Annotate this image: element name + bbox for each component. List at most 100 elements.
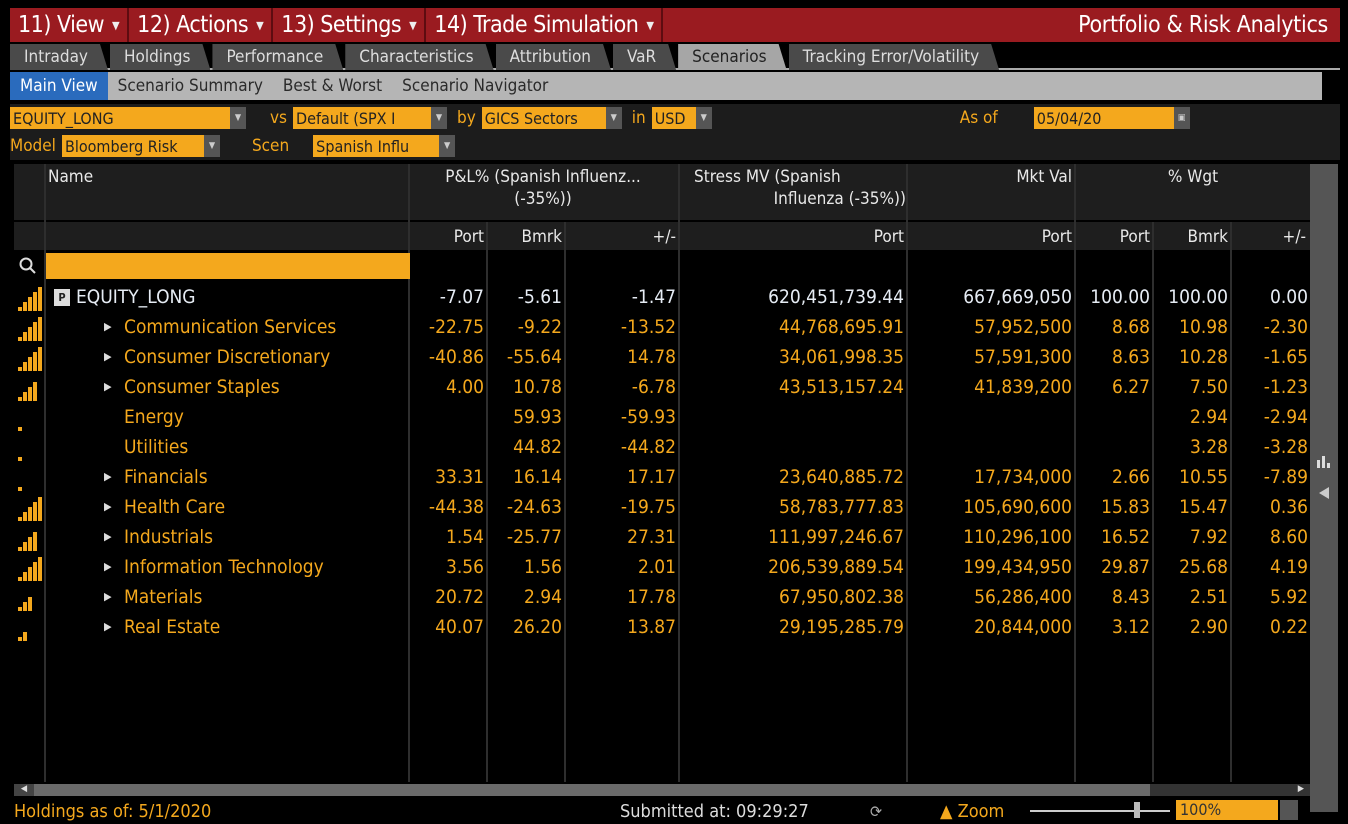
chevron-down-icon[interactable]: ▼ [230, 107, 246, 129]
cell-wgt-diff: -1.65 [1263, 346, 1308, 368]
chevron-down-icon[interactable]: ▼ [439, 135, 456, 157]
zoom-slider-handle[interactable] [1134, 802, 1140, 818]
currency-select[interactable]: USD [651, 107, 696, 129]
table-row[interactable]: ▶ Consumer Discretionary -40.86 -55.64 14.78… [14, 342, 1310, 372]
header-pnl-diff[interactable]: +/- [566, 226, 677, 248]
cell-pnl-port: 20.72 [435, 586, 484, 608]
refresh-icon[interactable]: ⟳ [870, 802, 882, 821]
zoom-slider[interactable] [1030, 802, 1170, 818]
subtab-scenario-summary[interactable]: Scenario Summary [108, 72, 273, 100]
tab-attribution[interactable]: Attribution [496, 44, 611, 70]
cell-wgt-port: 100.00 [1090, 286, 1150, 308]
portfolio-select[interactable]: EQUITY_LONG [10, 107, 230, 129]
row-name: Industrials [124, 526, 214, 548]
header-pnl-bmrk[interactable]: Bmrk [488, 226, 562, 248]
horizontal-scrollbar[interactable]: ◀ ▶ [14, 784, 1310, 796]
subtab-scenario-navigator[interactable]: Scenario Navigator [392, 72, 558, 100]
table-row-total[interactable]: P EQUITY_LONG -7.07 -5.61 -1.47 620,451,739.4… [14, 282, 1310, 312]
weight-bar [23, 542, 27, 551]
cell-wgt-port: 8.43 [1111, 586, 1150, 608]
header-mktval-group[interactable]: Mkt Val [908, 166, 1072, 188]
zoom-label[interactable]: ▲ Zoom [940, 801, 1004, 822]
menu-actions[interactable]: 12) Actions ▼ [129, 8, 274, 42]
header-wgt-diff[interactable]: +/- [1232, 226, 1307, 248]
chevron-down-icon[interactable] [1280, 800, 1298, 820]
cell-stress-port: 23,640,885.72 [778, 466, 904, 488]
vertical-scrollbar[interactable] [1310, 164, 1338, 812]
expand-icon[interactable]: ▶ [104, 582, 112, 612]
header-name[interactable]: Name [48, 166, 93, 188]
expand-icon[interactable]: ▶ [104, 612, 112, 642]
tab-var[interactable]: VaR [613, 44, 676, 70]
zoom-value-select[interactable]: 100% [1176, 800, 1278, 820]
search-icon[interactable] [18, 256, 38, 276]
header-wgt-group[interactable]: % Wgt [1076, 166, 1310, 188]
model-select[interactable]: Bloomberg Risk [61, 135, 204, 157]
cell-wgt-bmrk: 2.94 [1189, 406, 1228, 428]
chevron-down-icon[interactable]: ▼ [203, 135, 220, 157]
weight-bars-icon [18, 287, 42, 311]
tab-tracking-error-volatility[interactable]: Tracking Error/Volatility [789, 44, 1000, 70]
header-stress-port[interactable]: Port [680, 226, 904, 248]
header-wgt-port[interactable]: Port [1076, 226, 1150, 248]
header-pnl-port[interactable]: Port [410, 226, 484, 248]
scroll-left-icon[interactable]: ◀ [14, 784, 34, 796]
expand-icon[interactable]: ▶ [104, 462, 112, 492]
table-row[interactable]: ▶ Information Technology 3.56 1.56 2.01 206,5… [14, 552, 1310, 582]
expand-icon[interactable]: ▶ [104, 492, 112, 522]
chart-icon[interactable] [1316, 454, 1332, 468]
table-row[interactable]: ▶ Communication Services -22.75 -9.22 -13.52… [14, 312, 1310, 342]
tab-characteristics[interactable]: Characteristics [345, 44, 493, 70]
header-stress-group[interactable]: Stress MV (Spanish Influenza (-35%)) [680, 166, 906, 210]
subtab-main-view[interactable]: Main View [10, 72, 108, 100]
subtab-best-worst[interactable]: Best & Worst [273, 72, 392, 100]
table-row[interactable]: ▶ Financials 33.31 16.14 17.17 23,640,885.72 1… [14, 462, 1310, 492]
name-filter-input[interactable] [46, 253, 410, 279]
calendar-icon[interactable]: ▣ [1173, 107, 1190, 129]
table-row[interactable]: ▶ Industrials 1.54 -25.77 27.31 111,997,246.6… [14, 522, 1310, 552]
tab-holdings[interactable]: Holdings [110, 44, 210, 70]
cell-wgt-port: 8.68 [1111, 316, 1150, 338]
weight-bar [18, 427, 22, 431]
scroll-right-icon[interactable]: ▶ [1150, 784, 1310, 796]
table-row[interactable]: Utilities 44.82 -44.82 3.28 -3.28 [14, 432, 1310, 462]
expand-icon[interactable]: ▶ [104, 312, 112, 342]
table-row[interactable]: ▶ Real Estate 40.07 26.20 13.87 29,195,285.79… [14, 612, 1310, 642]
weight-bar [28, 537, 32, 551]
menu-trade-simulation[interactable]: 14) Trade Simulation ▼ [426, 8, 664, 42]
expand-icon[interactable]: ▶ [104, 342, 112, 372]
tab-performance[interactable]: Performance [212, 44, 343, 70]
tab-intraday[interactable]: Intraday [10, 44, 108, 70]
weight-bar [38, 287, 42, 311]
cell-pnl-diff: 27.31 [627, 526, 676, 548]
header-wgt-bmrk[interactable]: Bmrk [1154, 226, 1228, 248]
grouping-select[interactable]: GICS Sectors [481, 107, 606, 129]
table-row[interactable]: ▶ Health Care -44.38 -24.63 -19.75 58,783,777… [14, 492, 1310, 522]
header-mktval-port[interactable]: Port [908, 226, 1072, 248]
cell-pnl-bmrk: 44.82 [513, 436, 562, 458]
cell-wgt-diff: 8.60 [1269, 526, 1308, 548]
weight-bar [38, 317, 42, 341]
weight-bars-icon [18, 532, 37, 551]
expand-icon[interactable]: ▶ [104, 372, 112, 402]
chevron-down-icon[interactable]: ▼ [695, 107, 712, 129]
filter-row [14, 252, 1310, 280]
expand-icon[interactable]: ▶ [104, 522, 112, 552]
header-pnl-group[interactable]: P&L% (Spanish Influenz... (-35%)) [410, 166, 676, 210]
collapse-panel-icon[interactable] [1318, 486, 1330, 500]
chevron-down-icon[interactable]: ▼ [431, 107, 448, 129]
benchmark-select[interactable]: Default (SPX I [293, 107, 432, 129]
weight-bars-icon [18, 347, 42, 371]
cell-wgt-bmrk: 100.00 [1168, 286, 1228, 308]
menu-settings[interactable]: 13) Settings ▼ [273, 8, 427, 42]
menu-view[interactable]: 11) View ▼ [10, 8, 130, 42]
tab-scenarios[interactable]: Scenarios [678, 44, 786, 70]
table-row[interactable]: ▶ Materials 20.72 2.94 17.78 67,950,802.38 56,… [14, 582, 1310, 612]
expand-icon[interactable]: ▶ [104, 552, 112, 582]
table-row[interactable]: ▶ Consumer Staples 4.00 10.78 -6.78 43,513,15… [14, 372, 1310, 402]
header-stress-line2: Influenza (-35%)) [773, 189, 906, 209]
table-row[interactable]: Energy 59.93 -59.93 2.94 -2.94 [14, 402, 1310, 432]
scenario-select[interactable]: Spanish Influ [313, 135, 440, 157]
as-of-date-input[interactable]: 05/04/20 [1033, 107, 1174, 129]
chevron-down-icon[interactable]: ▼ [605, 107, 622, 129]
